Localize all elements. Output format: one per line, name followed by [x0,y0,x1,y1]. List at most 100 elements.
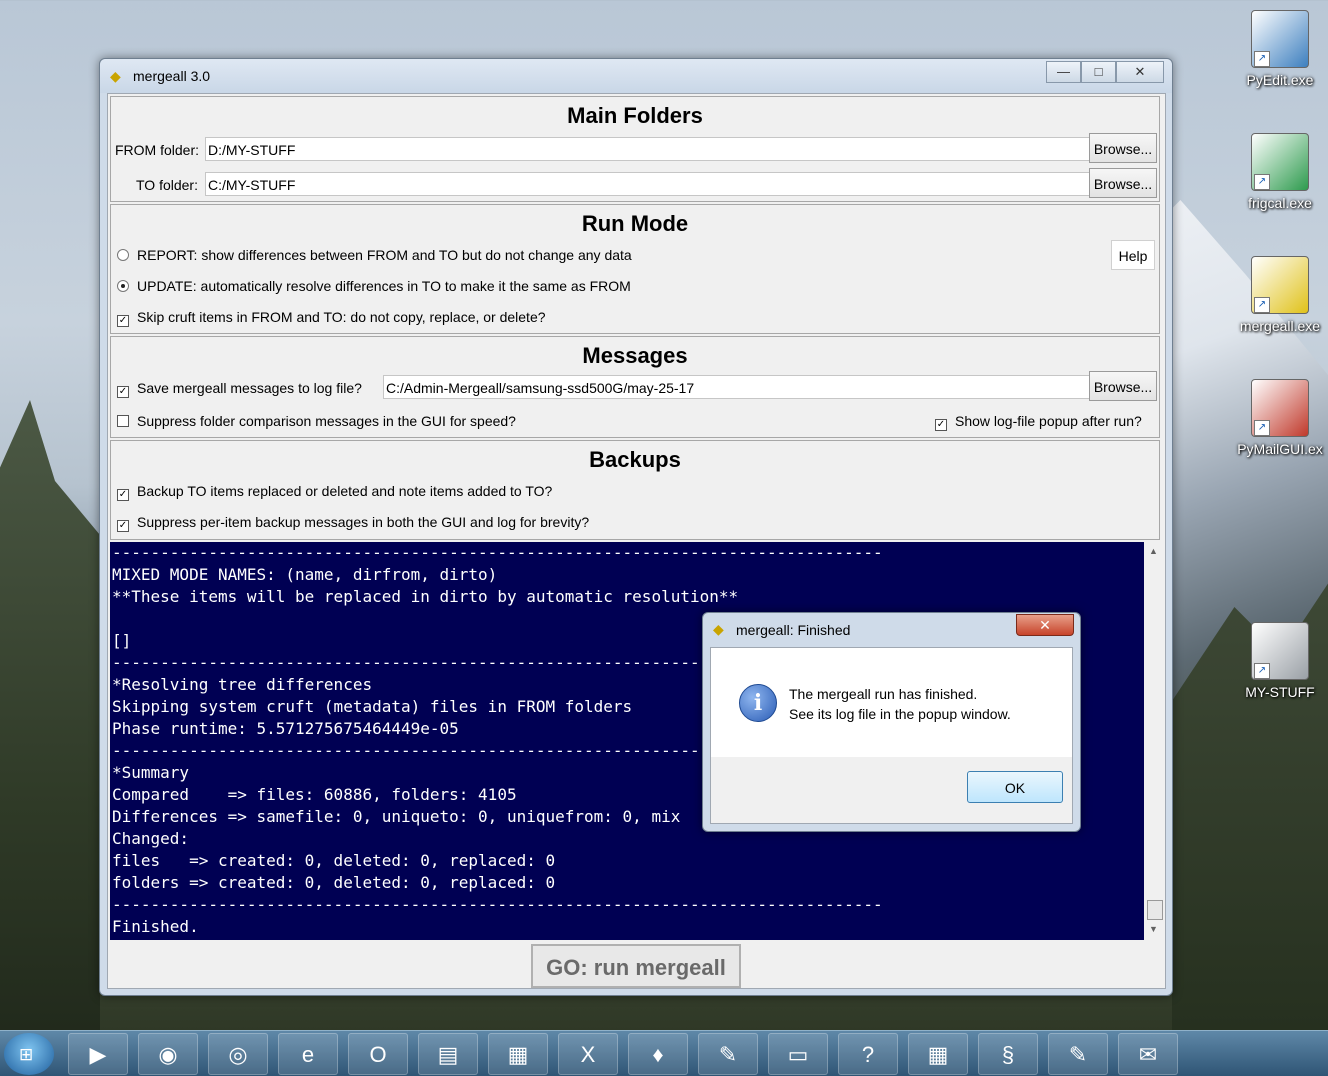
taskbar-mailbox-icon[interactable]: ✉ [1118,1033,1178,1075]
desktop-icon-pymailgui-ex[interactable]: ↗ PyMailGUI.ex [1232,379,1328,457]
taskbar-notepad-icon[interactable]: ✎ [698,1033,758,1075]
main-folders-heading: Main Folders [567,103,703,128]
scroll-up-icon[interactable]: ▲ [1149,546,1158,556]
save-log-label: Save mergeall messages to log file? [137,380,362,396]
shortcut-arrow-icon: ↗ [1254,174,1270,190]
show-popup-row[interactable]: ✓ Show log-file popup after run? [935,413,1142,431]
taskbar-explorer-icon[interactable]: ▤ [418,1033,478,1075]
mergeall-window: ◆ mergeall 3.0 — □ ✕ Main Folders FROM f… [99,58,1173,996]
save-log-row[interactable]: ✓ Save mergeall messages to log file? [117,380,362,398]
mailbox-icon: ↗ [1251,379,1309,437]
suppress-backup-checkbox[interactable]: ✓ [117,520,129,532]
console-line: folders => created: 0, deleted: 0, repla… [112,873,556,892]
suppress-compare-checkbox[interactable] [117,415,129,427]
taskbar: ⊞ ▶ ◉ ◎ e O ▤ ▦ X ♦ ✎ ▭? ▦ § ✎ ✉ [0,1030,1328,1076]
taskbar-pyedit-icon[interactable]: ✎ [1048,1033,1108,1075]
desktop-icon-my-stuff[interactable]: ↗ MY-STUFF [1232,622,1328,700]
skip-cruft-row[interactable]: ✓ Skip cruft items in FROM and TO: do not… [117,309,546,327]
from-folder-label: FROM folder: [115,142,200,158]
start-button[interactable]: ⊞ [4,1033,54,1075]
minimize-button[interactable]: — [1046,61,1081,83]
desktop-icon-frigcal-exe[interactable]: ↗ frigcal.exe [1232,133,1328,211]
log-path-input[interactable]: C:/Admin-Mergeall/samsung-ssd500G/may-25… [383,375,1093,399]
taskbar-help-icon[interactable]: ? [838,1033,898,1075]
shortcut-arrow-icon: ↗ [1254,297,1270,313]
taskbar-calendar-icon[interactable]: ▦ [908,1033,968,1075]
report-radio-row[interactable]: REPORT: show differences between FROM an… [117,247,632,263]
taskbar-media-player-icon[interactable]: ▶ [68,1033,128,1075]
to-folder-input[interactable]: C:/MY-STUFF [205,172,1093,196]
desktop-icon-pyedit-exe[interactable]: ↗ PyEdit.exe [1232,10,1328,88]
taskbar-terminal-icon[interactable]: ▭ [768,1033,828,1075]
update-radio-row[interactable]: UPDATE: automatically resolve difference… [117,278,631,294]
shortcut-arrow-icon: ↗ [1254,51,1270,67]
taskbar-excel-icon[interactable]: X [558,1033,618,1075]
taskbar-chrome-icon[interactable]: ◎ [208,1033,268,1075]
backup-items-row[interactable]: ✓ Backup TO items replaced or deleted and… [117,483,553,501]
suppress-compare-row[interactable]: Suppress folder comparison messages in t… [117,413,516,429]
dialog-app-icon: ◆ [713,621,724,637]
save-log-checkbox[interactable]: ✓ [117,386,129,398]
show-popup-label: Show log-file popup after run? [955,413,1142,429]
background-trees-left [0,400,100,1075]
app-icon: ◆ [110,68,121,84]
scroll-down-icon[interactable]: ▼ [1149,924,1158,934]
desktop-icon-label: PyMailGUI.ex [1237,441,1323,457]
skip-cruft-label: Skip cruft items in FROM and TO: do not … [137,309,546,325]
to-browse-button[interactable]: Browse... [1089,168,1157,198]
show-popup-checkbox[interactable]: ✓ [935,419,947,431]
taskbar-opera-icon[interactable]: O [348,1033,408,1075]
suppress-compare-label: Suppress folder comparison messages in t… [137,413,516,429]
backup-items-checkbox[interactable]: ✓ [117,489,129,501]
from-browse-button[interactable]: Browse... [1089,133,1157,163]
info-icon: i [739,684,777,722]
dialog-message-line1: The mergeall run has finished. [789,686,978,702]
to-folder-label: TO folder: [136,177,198,193]
dialog-body: i The mergeall run has finished. See its… [710,647,1073,759]
run-mode-section: Run Mode REPORT: show differences betwee… [110,204,1160,334]
dialog-message: The mergeall run has finished. See its l… [789,684,1011,724]
console-scrollbar[interactable]: ▲ ▼ [1145,542,1163,940]
dialog-message-line2: See its log file in the popup window. [789,706,1011,722]
desktop-icon-label: MY-STUFF [1245,684,1315,700]
backups-section: Backups ✓ Backup TO items replaced or del… [110,440,1160,540]
messages-heading: Messages [582,343,688,368]
window-titlebar[interactable]: ◆ mergeall 3.0 — □ ✕ [100,59,1172,93]
console-line: **These items will be replaced in dirto … [112,587,739,606]
taskbar-mergeall-icon[interactable]: § [978,1033,1038,1075]
log-browse-button[interactable]: Browse... [1089,371,1157,401]
report-radio[interactable] [117,249,129,261]
console-line: files => created: 0, deleted: 0, replace… [112,851,556,870]
backup-items-label: Backup TO items replaced or deleted and … [137,483,553,499]
update-radio-label: UPDATE: automatically resolve difference… [137,278,631,294]
close-button[interactable]: ✕ [1116,61,1164,83]
run-mode-heading: Run Mode [581,211,689,236]
suppress-backup-row[interactable]: ✓ Suppress per-item backup messages in bo… [117,514,589,532]
window-title: mergeall 3.0 [133,68,211,84]
desktop-icon-mergeall-exe[interactable]: ↗ mergeall.exe [1232,256,1328,334]
taskbar-firefox-icon[interactable]: ◉ [138,1033,198,1075]
console-line: ----------------------------------------… [112,543,883,562]
taskbar-python-icon[interactable]: ♦ [628,1033,688,1075]
maximize-button[interactable]: □ [1081,61,1116,83]
taskbar-ie-icon[interactable]: e [278,1033,338,1075]
shortcut-arrow-icon: ↗ [1254,420,1270,436]
console-line: Finished. [112,917,199,936]
report-radio-label: REPORT: show differences between FROM an… [137,247,632,263]
dialog-title: mergeall: Finished [736,622,851,638]
go-run-button[interactable]: GO: run mergeall [531,944,741,988]
scroll-thumb[interactable] [1147,900,1163,920]
windows-logo-icon: ⊞ [19,1045,34,1064]
finished-dialog: ◆ mergeall: Finished ✕ i The mergeall ru… [702,612,1081,832]
skip-cruft-checkbox[interactable]: ✓ [117,315,129,327]
console-line: MIXED MODE NAMES: (name, dirfrom, dirto) [112,565,498,584]
desktop-icon-label: PyEdit.exe [1246,72,1314,88]
from-folder-input[interactable]: D:/MY-STUFF [205,137,1093,161]
main-folders-section: Main Folders FROM folder: D:/MY-STUFF Br… [110,96,1160,202]
update-radio[interactable] [117,280,129,292]
calendar-icon: ↗ [1251,133,1309,191]
taskbar-archive-icon[interactable]: ▦ [488,1033,548,1075]
ok-button[interactable]: OK [967,771,1063,803]
help-button[interactable]: Help [1111,240,1155,270]
dialog-close-button[interactable]: ✕ [1016,614,1074,636]
